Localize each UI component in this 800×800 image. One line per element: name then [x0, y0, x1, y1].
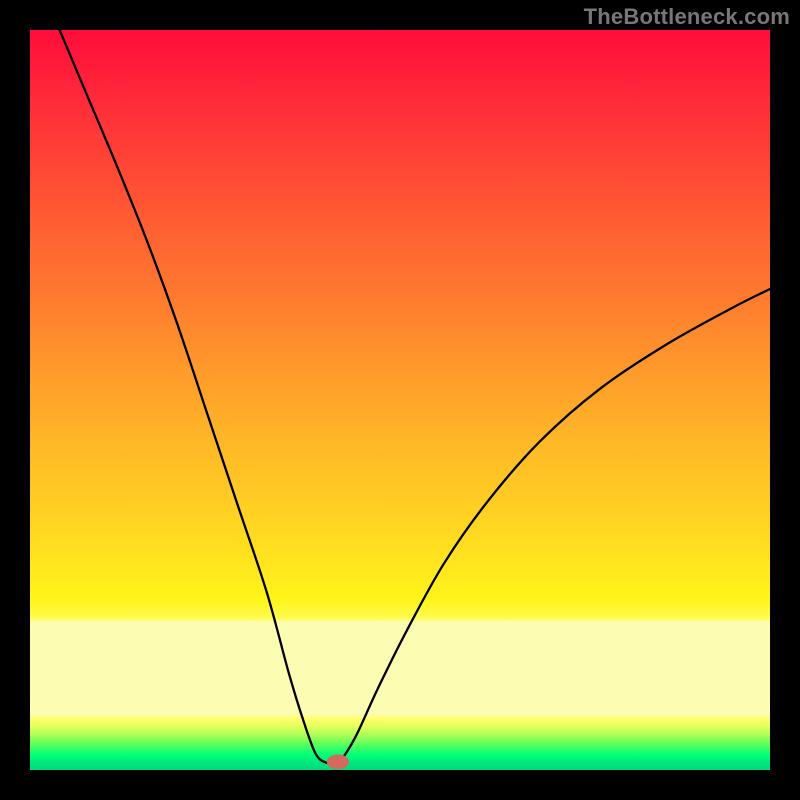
watermark-text: TheBottleneck.com	[584, 4, 790, 30]
plot-area	[30, 30, 770, 770]
chart-frame: TheBottleneck.com	[0, 0, 800, 800]
minimum-marker	[327, 754, 349, 769]
curve-path	[60, 30, 770, 765]
bottleneck-curve	[30, 30, 770, 770]
